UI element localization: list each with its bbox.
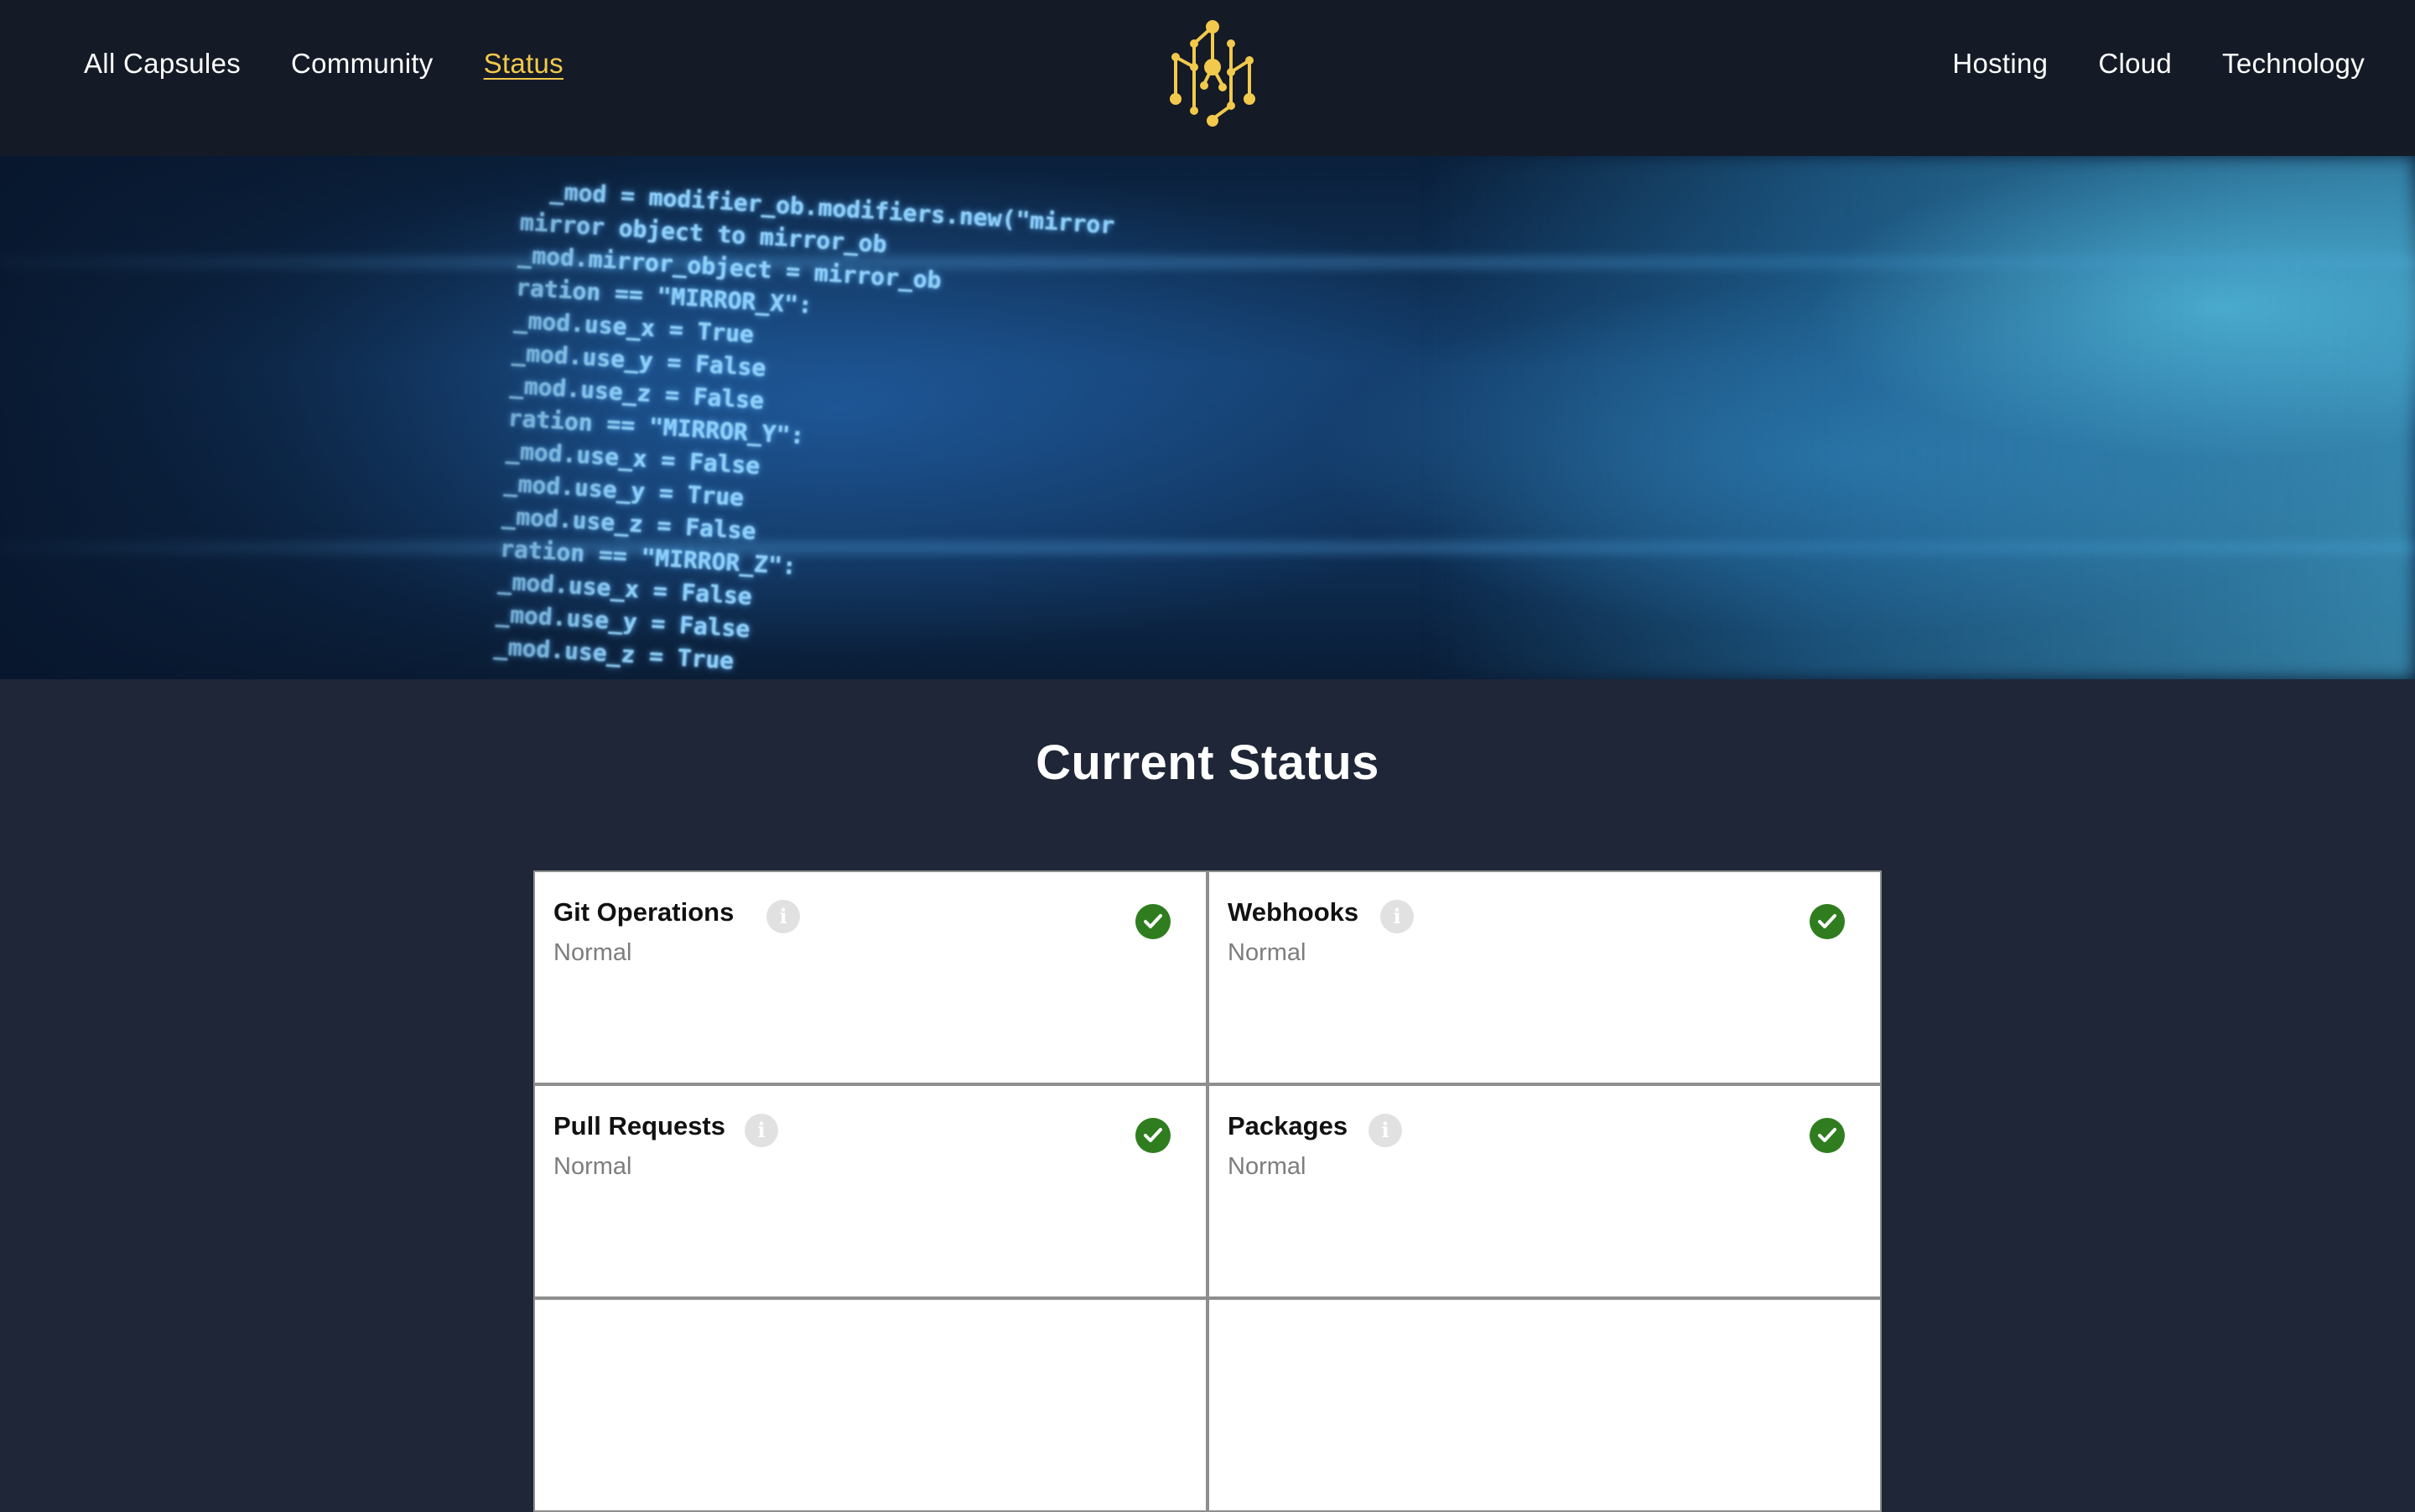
status-card-pull-requests: Pull Requests i Normal	[533, 1084, 1208, 1298]
status-card-webhooks: Webhooks i Normal	[1208, 870, 1882, 1084]
hero-right-glow	[1426, 156, 2415, 679]
status-grid: Git Operations i Normal Webhooks i Norma…	[533, 870, 1882, 1512]
status-card-title: Webhooks	[1228, 897, 1359, 927]
nav-link-all-capsules[interactable]: All Capsules	[84, 45, 241, 82]
nav-link-cloud[interactable]: Cloud	[2098, 45, 2172, 82]
info-icon[interactable]: i	[1368, 1114, 1402, 1147]
check-circle-icon	[1135, 1118, 1171, 1153]
hero-left-fade	[0, 156, 637, 679]
nav-link-community[interactable]: Community	[291, 45, 434, 82]
status-card-git-operations: Git Operations i Normal	[533, 870, 1208, 1084]
status-card-title: Pull Requests	[553, 1111, 725, 1140]
nav-link-technology[interactable]: Technology	[2222, 45, 2365, 82]
page-title: Current Status	[1036, 735, 1379, 790]
info-icon[interactable]: i	[745, 1114, 778, 1147]
nav-link-hosting[interactable]: Hosting	[1952, 45, 2048, 82]
status-card-state: Normal	[553, 1153, 632, 1180]
status-card-packages: Packages i Normal	[1208, 1084, 1882, 1298]
check-circle-icon	[1810, 1118, 1845, 1153]
hero-banner-image: _mod = modifier_ob.modifiers.new("mirror…	[0, 156, 2415, 679]
network-nodes-logo[interactable]	[1161, 18, 1265, 132]
check-circle-icon	[1135, 904, 1171, 939]
status-card-state: Normal	[1228, 1153, 1306, 1180]
check-circle-icon	[1810, 904, 1845, 939]
nav-right-group: Hosting Cloud Technology	[1952, 45, 2365, 82]
nav-left-group: All Capsules Community Status	[84, 45, 564, 82]
status-card-state: Normal	[553, 939, 632, 966]
status-card-state: Normal	[1228, 939, 1306, 966]
nav-link-status[interactable]: Status	[484, 45, 564, 82]
top-nav-bar: All Capsules Community Status Hosting Cl…	[0, 0, 2415, 156]
status-card-title: Git Operations	[553, 897, 735, 927]
status-card-title: Packages	[1228, 1111, 1348, 1140]
status-card-more	[1208, 1298, 1882, 1512]
status-card-more	[533, 1298, 1208, 1512]
info-icon[interactable]: i	[1380, 900, 1414, 933]
info-icon[interactable]: i	[766, 900, 800, 933]
